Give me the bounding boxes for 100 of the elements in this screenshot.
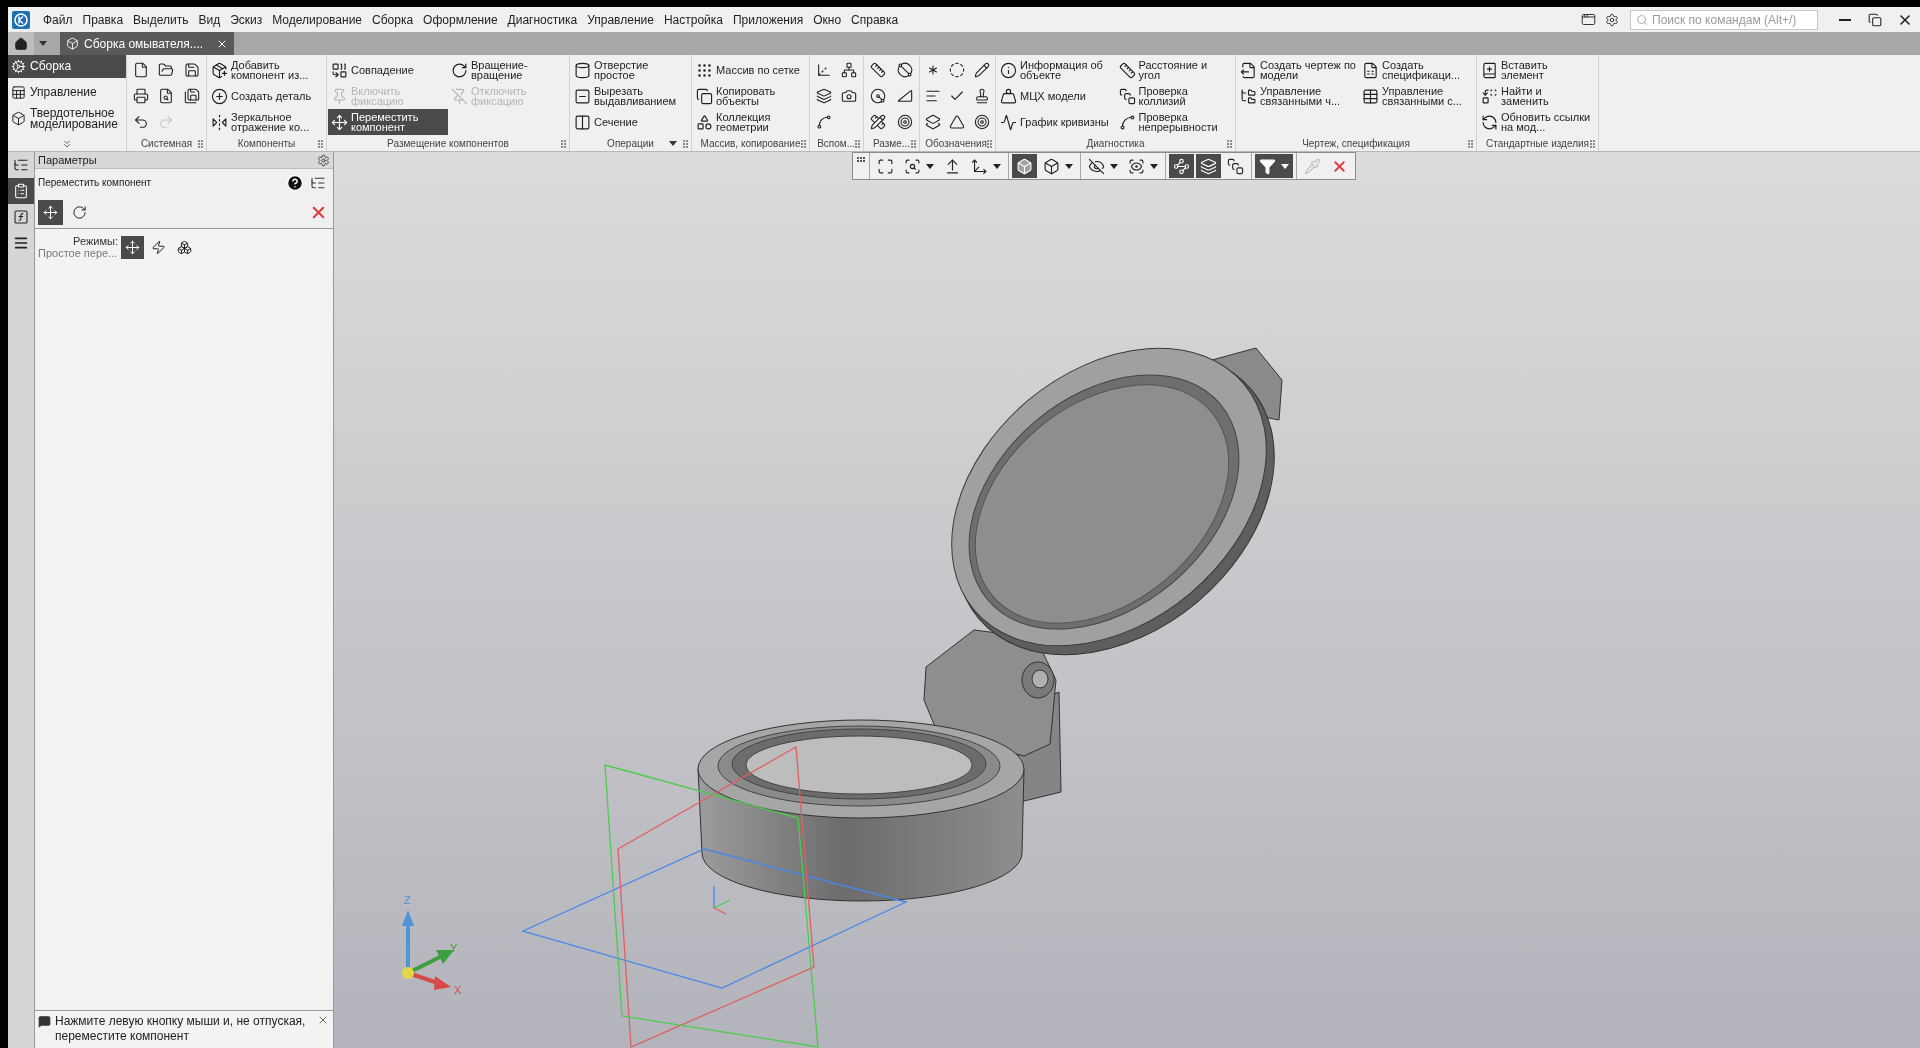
close-hint-button[interactable] [317, 1014, 329, 1026]
grip-icon [1468, 139, 1473, 148]
axes-icon [815, 62, 832, 78]
menu-item[interactable]: Вид [193, 9, 226, 30]
ribbon-button[interactable]: Проверка коллизий [1115, 83, 1234, 109]
ribbon-button[interactable]: Вырезать выдавливанием [571, 83, 690, 109]
gear-icon [11, 59, 26, 74]
ribbon-button[interactable]: Совпадение [328, 57, 448, 83]
ribbon-button[interactable]: МЦХ модели [997, 83, 1116, 109]
ruler-icon [870, 62, 887, 78]
pin-off-icon [451, 87, 468, 105]
boxes-icon [177, 239, 192, 255]
square-minus-icon [574, 87, 591, 105]
menu-icon [13, 235, 29, 251]
copy-icon [696, 87, 713, 105]
cube-icon [11, 111, 26, 126]
rotate-icon [451, 61, 468, 79]
grip-icon [1590, 139, 1595, 148]
panel-title: Параметры [38, 152, 97, 168]
ribbon-button[interactable]: Обновить ссылки на мод... [1478, 109, 1597, 135]
home-button[interactable] [8, 32, 34, 55]
split-button[interactable] [1255, 154, 1293, 178]
info-icon [1000, 61, 1017, 79]
hint-text: Нажмите левую кнопку мыши и, не отпуская, переместите компонент [55, 1014, 307, 1044]
cylinder-icon [574, 61, 591, 79]
toolbar-button[interactable] [1196, 154, 1221, 178]
document-arrow-icon [1240, 61, 1257, 79]
group-title: Разме... [872, 137, 911, 151]
origin-sphere-icon [402, 967, 414, 979]
toolbar-button[interactable] [1169, 154, 1194, 178]
action-button[interactable] [38, 199, 63, 225]
ribbon-button[interactable]: Найти и заменить [1478, 83, 1597, 109]
help-button[interactable] [286, 173, 304, 192]
columns-icon [574, 113, 591, 131]
function-icon [13, 209, 29, 225]
magnifier-icon [904, 157, 921, 175]
ribbon-button[interactable]: Информация об объекте [997, 57, 1116, 83]
menu-item[interactable]: Сборка [367, 9, 419, 30]
plus-circle-icon [211, 87, 228, 105]
printer-icon [132, 88, 149, 104]
caret-icon [1110, 163, 1118, 169]
ribbon-button[interactable]: Отверстие простое [571, 57, 690, 83]
mode-tab[interactable]: Сборка [8, 55, 126, 78]
ribbon-button[interactable]: Массив по сетке [693, 57, 809, 83]
cube-icon [1016, 157, 1033, 175]
ribbon-button[interactable]: Зеркальное отражение ко... [208, 109, 326, 135]
ribbon-button[interactable]: Расстояние и угол [1115, 57, 1234, 83]
side-tab[interactable] [8, 178, 34, 204]
menu-item[interactable]: Эскиз [225, 9, 268, 30]
menu-item[interactable]: Справка [846, 9, 904, 30]
command-title: Переместить компонент [38, 176, 152, 190]
floppy-disks-icon [184, 88, 201, 104]
group-title: Компоненты [237, 137, 296, 151]
mode-tab[interactable]: Твердотельное моделирование [8, 107, 126, 130]
mode-value: Простое пере... [38, 247, 118, 259]
pencil-icon [973, 62, 990, 78]
menu-item[interactable]: Выделить [128, 9, 194, 30]
menu-item[interactable]: Диагностика [502, 9, 583, 30]
menu-item[interactable]: Управление [582, 9, 659, 30]
menu-item[interactable]: Правка [77, 9, 129, 30]
document-icon [132, 62, 149, 78]
ribbon-button[interactable]: Добавить компонент из... [208, 57, 326, 83]
document-search-icon [158, 88, 175, 104]
redo-icon [158, 114, 175, 130]
target-icon [973, 114, 990, 130]
ribbon-button[interactable]: Копировать объекты [693, 83, 809, 109]
ribbon-button[interactable]: Коллекция геометрии [693, 109, 809, 135]
weight-icon [1000, 87, 1017, 105]
toolbar-button[interactable] [1012, 154, 1037, 178]
menu-item[interactable]: Настройка [658, 9, 728, 30]
ribbon-button[interactable]: Создать чертеж по модели [1237, 57, 1359, 83]
ribbon-button[interactable]: Управление связанными ч... [1237, 83, 1359, 109]
nodes-icon [1173, 157, 1190, 175]
document-tab[interactable]: Сборка омывателя.... [60, 32, 235, 55]
ribbon-button[interactable]: Переместить компонент [328, 109, 448, 135]
menu-item[interactable]: Оформление [418, 9, 503, 30]
settings-button[interactable] [317, 153, 330, 167]
triangle-icon [949, 114, 966, 130]
ribbon-button[interactable]: Создать спецификаци... [1359, 57, 1481, 83]
mode-tab[interactable]: Управление [8, 81, 126, 104]
ribbon-button[interactable]: Проверка непрерывности [1115, 109, 1234, 135]
expand-corners-icon [877, 157, 894, 175]
ribbon-button[interactable]: Управление связанными с... [1359, 83, 1481, 109]
menu-item[interactable]: Моделирование [267, 9, 368, 30]
menu-item[interactable]: Окно [808, 9, 847, 30]
menu-item[interactable]: Приложения [727, 9, 809, 30]
ribbon-button[interactable]: Вращение-вращение [448, 57, 568, 83]
ribbon-button[interactable]: Сечение [571, 109, 690, 135]
mode-button[interactable] [121, 235, 144, 259]
search-field[interactable]: Поиск по командам (Alt+/) [1630, 9, 1818, 30]
axes-icon [971, 157, 988, 175]
cube-icon [1043, 157, 1060, 175]
menu-item[interactable]: Файл [38, 9, 78, 30]
ribbon-button[interactable]: Вставить элемент [1478, 57, 1597, 83]
ribbon-button[interactable]: График кривизны [997, 109, 1116, 135]
group-title: Операции [607, 137, 654, 151]
ribbon-button[interactable]: Создать деталь [208, 83, 326, 109]
camera-icon [841, 88, 858, 104]
origin-axes-icon [713, 885, 731, 915]
refresh-icon [1481, 113, 1498, 131]
